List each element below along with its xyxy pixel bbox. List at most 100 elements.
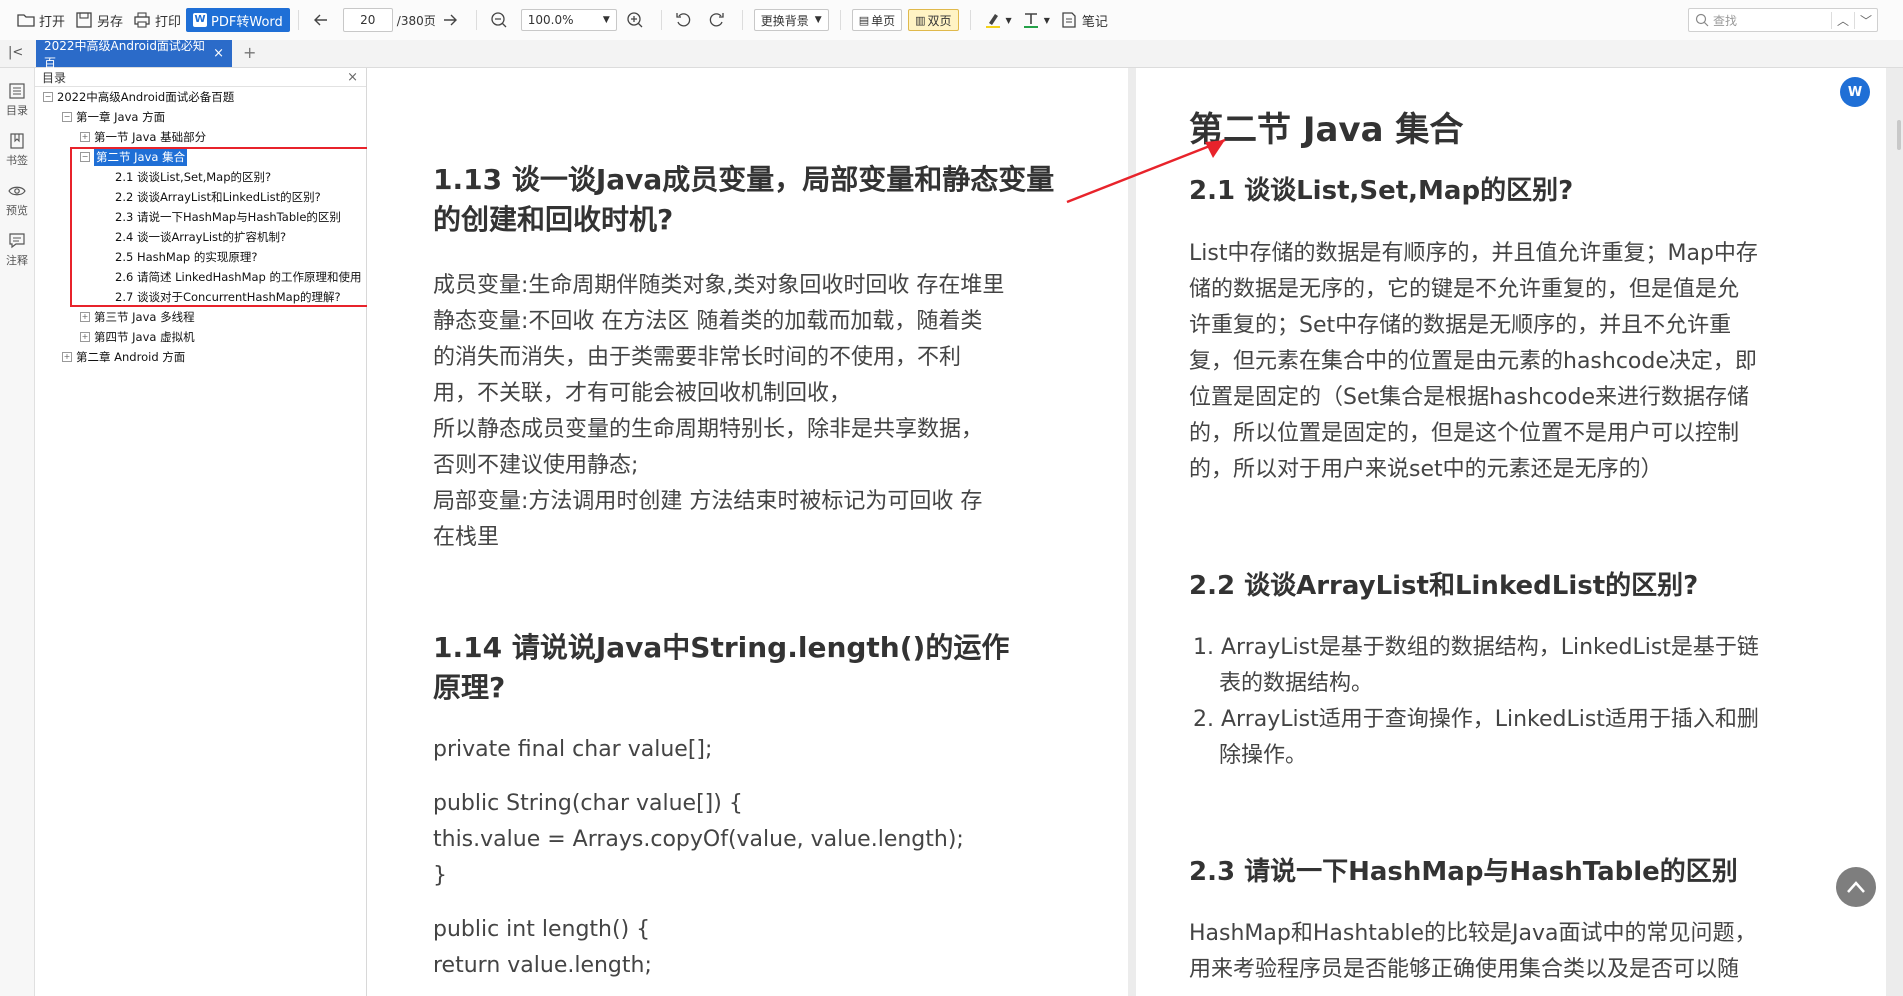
search-prev-button[interactable]: ︿ bbox=[1831, 11, 1854, 29]
text-line: 的，所以位置是固定的，但是这个位置不是用户可以控制 bbox=[1189, 421, 1740, 446]
text-line: 位置是固定的（Set集合是根据hashcode来进行数据存储 bbox=[1189, 385, 1750, 410]
collapse-sidebar-button[interactable]: |< bbox=[8, 45, 23, 60]
text-color-button[interactable]: ▼ bbox=[1017, 6, 1055, 34]
print-button[interactable]: 打印 bbox=[128, 6, 186, 34]
expand-icon[interactable]: + bbox=[62, 352, 72, 362]
code-block: public String(char value[]) { this.value… bbox=[433, 786, 1093, 894]
text-line: 用，不关联，才有可能会被回收机制回收， bbox=[433, 381, 852, 406]
sidebar-tab-bookmark[interactable]: 书签 bbox=[0, 132, 34, 168]
chevron-down-icon: ▼ bbox=[1043, 15, 1050, 25]
note-icon bbox=[1062, 12, 1076, 28]
pdf-to-word-button[interactable]: W PDF转Word bbox=[186, 8, 290, 32]
text-color-icon bbox=[1023, 13, 1038, 28]
chevron-up-icon bbox=[1847, 881, 1865, 893]
toc-item[interactable]: −2022中高级Android面试必备百题 bbox=[43, 88, 234, 106]
section-heading: 2.1 谈谈List,Set,Map的区别? bbox=[1189, 176, 1574, 206]
tab-close-button[interactable]: × bbox=[213, 46, 224, 61]
sidebar-tab-preview[interactable]: 预览 bbox=[0, 182, 34, 218]
printer-icon bbox=[134, 12, 150, 28]
text-line: 的消失而消失，由于类需要非常长时间的不使用，不利 bbox=[433, 345, 962, 370]
sidebar-tab-annotation[interactable]: 注释 bbox=[0, 232, 34, 268]
toc-item[interactable]: + 第二章 Android 方面 bbox=[62, 348, 185, 366]
expand-icon[interactable]: + bbox=[80, 332, 90, 342]
toc-item[interactable]: + 第一节 Java 基础部分 bbox=[80, 128, 206, 146]
page-number-input[interactable]: 20 bbox=[342, 8, 393, 32]
word-icon: W bbox=[193, 13, 208, 27]
back-to-top-button[interactable] bbox=[1836, 867, 1876, 907]
toc-item[interactable]: + 第四节 Java 虚拟机 bbox=[80, 328, 195, 346]
background-label: 更换背景 bbox=[760, 13, 809, 28]
expand-icon[interactable]: + bbox=[80, 312, 90, 322]
text-line: 的，所以对于用户来说set中的元素还是无序的） bbox=[1189, 457, 1663, 482]
prev-page-button[interactable] bbox=[307, 6, 339, 34]
toc-title: 目录 bbox=[42, 70, 67, 85]
tab-title: 2022中高级Android面试必知百 bbox=[44, 38, 205, 70]
search-next-button[interactable]: ﹀ bbox=[1854, 11, 1877, 29]
change-background-select[interactable]: 更换背景 ▼ bbox=[753, 9, 829, 31]
code-line: public String(char value[]) { bbox=[433, 791, 743, 816]
new-tab-button[interactable]: + bbox=[243, 43, 256, 62]
text-line: 成员变量:生命周期伴随类对象,类对象回收时回收 存在堆里 bbox=[433, 273, 1005, 298]
search-icon bbox=[1695, 13, 1709, 27]
pdf-to-word-label: PDF转Word bbox=[211, 14, 283, 30]
list-icon bbox=[9, 83, 25, 99]
search-box[interactable]: 查找 ︿ ﹀ bbox=[1688, 8, 1878, 32]
document-tab[interactable]: 2022中高级Android面试必知百 × bbox=[36, 39, 232, 70]
toc-item-label: 第二章 Android 方面 bbox=[76, 350, 186, 364]
note-label: 笔记 bbox=[1081, 14, 1108, 30]
search-input[interactable]: 查找 bbox=[1713, 12, 1831, 29]
eye-icon bbox=[8, 186, 26, 196]
rotate-left-icon bbox=[676, 13, 690, 27]
paragraph: List中存储的数据是有顺序的，并且值允许重复；Map中存 储的数据是无序的，它… bbox=[1189, 236, 1839, 488]
toc-item[interactable]: − 第一章 Java 方面 bbox=[62, 108, 165, 126]
pdf-page-right: 第二节 Java 集合 2.1 谈谈List,Set,Map的区别? List中… bbox=[1136, 68, 1886, 996]
next-page-button[interactable] bbox=[436, 6, 468, 34]
zoom-select[interactable]: 100.0% ▼ bbox=[520, 9, 617, 31]
toc-item[interactable]: + 第三节 Java 多线程 bbox=[80, 308, 195, 326]
paragraph: 成员变量:生命周期伴随类对象,类对象回收时回收 存在堆里 静态变量:不回收 在方… bbox=[433, 268, 1063, 556]
toc-header: 目录 × bbox=[35, 68, 366, 87]
toolbar-divider bbox=[839, 10, 841, 30]
left-icon-bar: 目录 书签 预览 注释 bbox=[0, 68, 35, 996]
open-label: 打开 bbox=[39, 14, 66, 30]
toc-close-button[interactable]: × bbox=[347, 70, 358, 85]
rotate-right-icon bbox=[709, 13, 724, 27]
sidebar-tab-toc[interactable]: 目录 bbox=[0, 82, 34, 118]
text-line: 复，但元素在集合中的位置是由元素的hashcode决定，即 bbox=[1189, 349, 1757, 374]
text-line: 所以静态成员变量的生命周期特别长，除非是共享数据， bbox=[433, 417, 984, 442]
rotate-right-button[interactable] bbox=[702, 6, 734, 34]
tab-bar: |< 2022中高级Android面试必知百 × + bbox=[0, 39, 1903, 70]
word-convert-float-button[interactable]: W bbox=[1840, 77, 1870, 107]
arrow-left-icon bbox=[313, 14, 327, 26]
text-line: 许重复的；Set中存储的数据是无顺序的，并且不允许重 bbox=[1189, 313, 1732, 338]
highlighter-icon bbox=[985, 14, 1000, 28]
expand-icon[interactable]: + bbox=[80, 132, 90, 142]
code-line: } bbox=[433, 863, 447, 888]
text-line: 在栈里 bbox=[433, 525, 500, 550]
single-page-button[interactable]: ▤ 单页 bbox=[851, 9, 903, 31]
annotation-red-box bbox=[70, 147, 369, 307]
section-heading: 1.13 谈一谈Java成员变量，局部变量和静态变量的创建和回收时机? bbox=[433, 163, 1055, 236]
list-item: 1. ArrayList是基于数组的数据结构，LinkedList是基于链 bbox=[1193, 635, 1759, 660]
note-button[interactable]: 笔记 bbox=[1055, 6, 1113, 34]
zoom-in-button[interactable] bbox=[621, 6, 653, 34]
double-page-button[interactable]: ▥ 双页 bbox=[908, 9, 959, 31]
save-as-button[interactable]: 另存 bbox=[70, 6, 128, 34]
save-as-label: 另存 bbox=[97, 14, 124, 30]
double-page-label: 双页 bbox=[927, 13, 952, 28]
ordered-list: 1. ArrayList是基于数组的数据结构，LinkedList是基于链 表的… bbox=[1189, 630, 1839, 774]
collapse-icon[interactable]: − bbox=[62, 112, 72, 122]
bookmark-icon bbox=[10, 133, 24, 149]
chevron-down-icon: ▼ bbox=[1005, 15, 1012, 25]
toc-item-label: 第四节 Java 虚拟机 bbox=[94, 330, 195, 344]
save-icon bbox=[76, 12, 92, 28]
single-page-icon: ▤ bbox=[858, 13, 870, 27]
scrollbar-thumb[interactable] bbox=[1897, 120, 1901, 150]
zoom-out-button[interactable] bbox=[485, 6, 517, 34]
highlight-button[interactable]: ▼ bbox=[979, 6, 1017, 34]
section-heading: 1.14 请说说Java中String.length()的运作原理? bbox=[433, 631, 1010, 704]
open-button[interactable]: 打开 bbox=[12, 6, 70, 34]
collapse-icon[interactable]: − bbox=[43, 92, 53, 102]
rotate-left-button[interactable] bbox=[670, 6, 702, 34]
section-heading: 2.3 请说一下HashMap与HashTable的区别 bbox=[1189, 857, 1738, 887]
